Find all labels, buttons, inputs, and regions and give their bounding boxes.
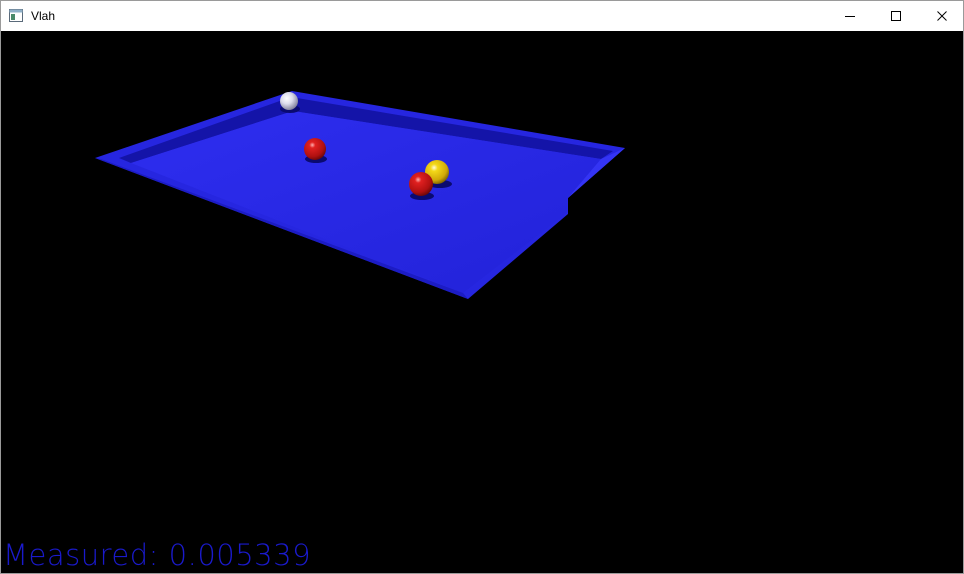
close-icon [937, 11, 947, 21]
window-title: Vlah [31, 9, 56, 23]
render-viewport[interactable]: Measured: 0.005339 [1, 31, 963, 573]
red-ball [409, 172, 433, 196]
pool-scene [95, 91, 625, 299]
maximize-button[interactable] [873, 1, 919, 31]
maximize-icon [891, 11, 901, 21]
measured-label: Measured: [3, 538, 159, 572]
measured-value: 0.005339 [168, 538, 312, 572]
white-ball [280, 92, 298, 110]
measured-readout: Measured: 0.005339 [3, 537, 311, 573]
minimize-icon [845, 16, 855, 17]
close-button[interactable] [919, 1, 963, 31]
app-window-icon [9, 9, 23, 22]
title-bar[interactable]: Vlah [1, 1, 963, 31]
app-window: Vlah Measured: 0.005339 [0, 0, 964, 574]
minimize-button[interactable] [827, 1, 873, 31]
red-ball [304, 138, 326, 160]
